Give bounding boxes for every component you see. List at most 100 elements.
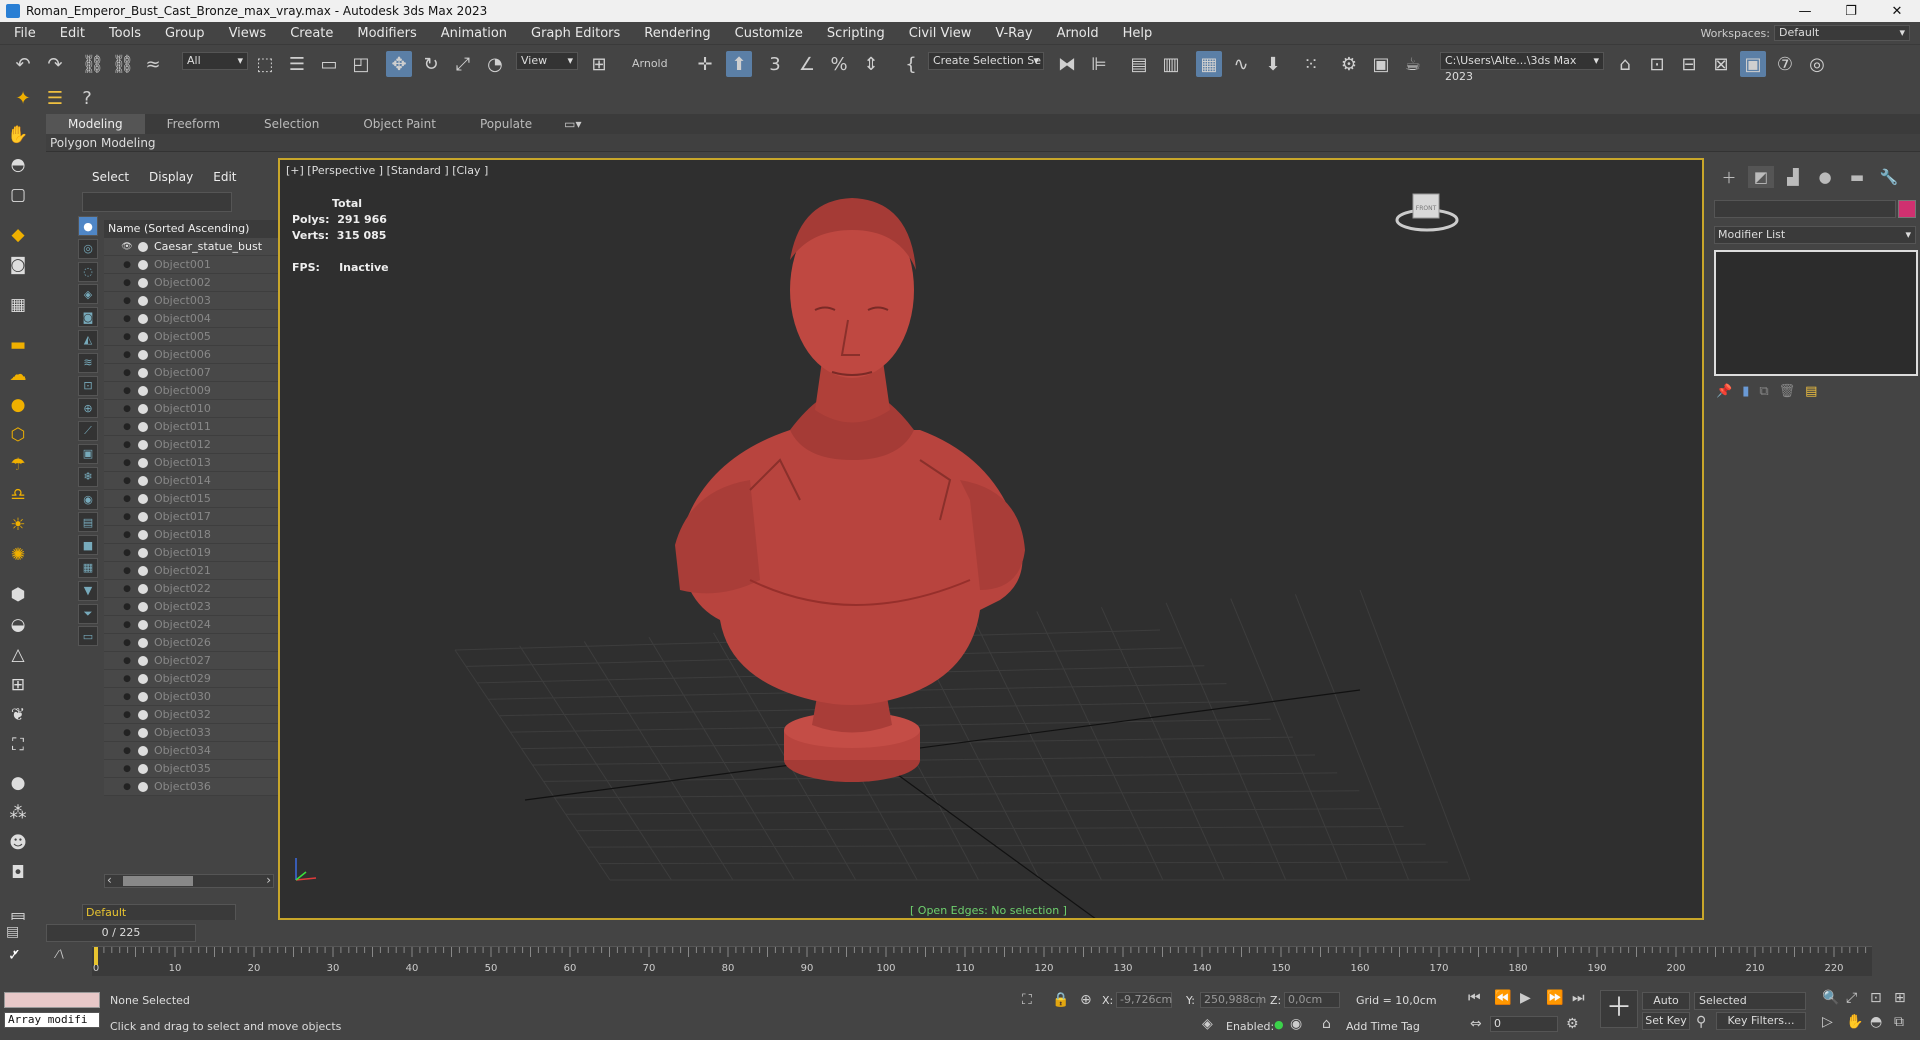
ref-coord-dropdown[interactable]: View	[516, 52, 578, 70]
menu-views[interactable]: Views	[217, 26, 279, 41]
camera-icon[interactable]: ◙	[5, 252, 31, 278]
list-item[interactable]: ● Object005	[104, 328, 304, 346]
visibility-eye-icon[interactable]: ●	[120, 256, 134, 274]
visibility-eye-icon[interactable]: ●	[120, 724, 134, 742]
zoom-extents-all-icon[interactable]: ⊞	[1894, 990, 1906, 1006]
visibility-eye-icon[interactable]: ●	[120, 616, 134, 634]
pan-icon[interactable]: ✋	[1846, 1014, 1863, 1030]
layer-manager-icon[interactable]: ▤	[6, 924, 19, 940]
bell-icon[interactable]: ♎	[5, 482, 31, 508]
visibility-eye-icon[interactable]: ●	[120, 400, 134, 418]
zoom-extents-icon[interactable]: ⊡	[1870, 990, 1882, 1006]
key-mode-icon[interactable]: ⇔	[1470, 1016, 1482, 1032]
unlink-icon[interactable]: ⛓	[110, 51, 136, 77]
plant-icon[interactable]: ❦	[5, 702, 31, 728]
scene-explorer-icon[interactable]: ▦	[1196, 51, 1222, 77]
list-item[interactable]: ● Object036	[104, 778, 304, 796]
list-item[interactable]: ● Object007	[104, 364, 304, 382]
list-item[interactable]: ● Object009	[104, 382, 304, 400]
set-key-button[interactable]: Set Key	[1642, 1012, 1690, 1030]
list-icon[interactable]: ☰	[42, 85, 68, 111]
list-item[interactable]: ● Object002	[104, 274, 304, 292]
object-color-swatch[interactable]	[1898, 200, 1916, 218]
menu-customize[interactable]: Customize	[723, 26, 815, 41]
visibility-eye-icon[interactable]: ●	[120, 436, 134, 454]
list-item[interactable]: ● Object027	[104, 652, 304, 670]
close-button[interactable]: ✕	[1874, 0, 1920, 22]
ribbon-tab-freeform[interactable]: Freeform	[145, 114, 242, 134]
scroll-right-icon[interactable]: ›	[266, 873, 271, 887]
hierarchy-tab-icon[interactable]: ▟	[1780, 166, 1806, 188]
containers-filter-icon[interactable]: ▣	[78, 443, 98, 464]
arnold-render-icon[interactable]: ◎	[1804, 51, 1830, 77]
box-icon[interactable]: ▢	[5, 182, 31, 208]
sphere-icon[interactable]: ●	[5, 392, 31, 418]
menu-tools[interactable]: Tools	[97, 26, 153, 41]
align-icon[interactable]: ⊫	[1086, 51, 1112, 77]
list-item[interactable]: ● Object029	[104, 670, 304, 688]
find-icon[interactable]: ▦	[78, 557, 98, 578]
isolate-icon[interactable]: ⛶	[1022, 992, 1032, 1008]
material-editor-icon[interactable]: ⁙	[1298, 51, 1324, 77]
schematic-view-icon[interactable]: ⬇	[1260, 51, 1286, 77]
list-item[interactable]: ● Object018	[104, 526, 304, 544]
particles-icon[interactable]: ⛶	[5, 732, 31, 758]
auto-key-button[interactable]: Auto Key	[1642, 992, 1690, 1023]
menu-group[interactable]: Group	[153, 26, 217, 41]
go-to-end-icon[interactable]: ⏭	[1572, 990, 1585, 1006]
visibility-eye-icon[interactable]: ●	[120, 418, 134, 436]
scroll-left-icon[interactable]: ‹	[107, 873, 112, 887]
open-project-icon[interactable]: ⌂	[1612, 51, 1638, 77]
vray-lights-icon[interactable]: ⊠	[1708, 51, 1734, 77]
list-item[interactable]: 👁 Caesar_statue_bust	[104, 238, 304, 256]
explorer-search-input[interactable]	[82, 192, 232, 212]
lights-filter-icon[interactable]: ◈	[78, 284, 98, 305]
key-filters-button[interactable]: Key Filters...	[1716, 1012, 1806, 1030]
list-item[interactable]: ● Object033	[104, 724, 304, 742]
current-frame-field[interactable]: 0	[1490, 1016, 1558, 1032]
light-icon[interactable]: ▬	[5, 332, 31, 358]
zoom-icon[interactable]: 🔍	[1822, 990, 1839, 1006]
menu-modifiers[interactable]: Modifiers	[345, 26, 428, 41]
hidden-filter-icon[interactable]: ◉	[78, 489, 98, 510]
list-item[interactable]: ● Object030	[104, 688, 304, 706]
display-tab-icon[interactable]: ▬	[1844, 166, 1870, 188]
visibility-eye-icon[interactable]: ●	[120, 454, 134, 472]
visibility-eye-icon[interactable]: ●	[120, 634, 134, 652]
list-item[interactable]: ● Object004	[104, 310, 304, 328]
add-time-tag[interactable]: Add Time Tag	[1346, 1020, 1420, 1033]
menu-scripting[interactable]: Scripting	[815, 26, 897, 41]
visibility-eye-icon[interactable]: ●	[120, 544, 134, 562]
pin-stack-icon[interactable]: 📌	[1716, 384, 1732, 399]
shapes-icon[interactable]: ◆	[5, 222, 31, 248]
geosphere-icon[interactable]: ⬡	[5, 422, 31, 448]
select-by-name-icon[interactable]: ☰	[284, 51, 310, 77]
undo-icon[interactable]: ↶	[10, 51, 36, 77]
film-icon[interactable]: ▦	[5, 292, 31, 318]
visibility-eye-icon[interactable]: ●	[120, 652, 134, 670]
visibility-eye-icon[interactable]: ●	[120, 472, 134, 490]
groups-filter-icon[interactable]: ⊡	[78, 375, 98, 396]
explorer-tab-display[interactable]: Display	[149, 170, 193, 184]
cloud-icon[interactable]: ☁	[5, 362, 31, 388]
time-config-icon[interactable]: ⚙	[1566, 1016, 1579, 1032]
sun-icon[interactable]: ☀	[5, 512, 31, 538]
visibility-eye-icon[interactable]: ●	[120, 670, 134, 688]
snaps-toggle-icon[interactable]: 3	[762, 51, 788, 77]
y-coord-field[interactable]: 250,988cm	[1200, 992, 1266, 1008]
key-mode-dropdown[interactable]: Selected	[1694, 992, 1806, 1010]
render-setup-icon[interactable]: ⚙	[1336, 51, 1362, 77]
visibility-eye-icon[interactable]: ●	[120, 562, 134, 580]
hand-icon[interactable]: ✋	[5, 122, 31, 148]
modify-tab-icon[interactable]: ◩	[1748, 166, 1774, 188]
selection-filter-dropdown[interactable]: All	[182, 52, 248, 70]
funnel-icon[interactable]: ⏷	[78, 603, 98, 624]
angle-snap-icon[interactable]: ∠	[794, 51, 820, 77]
previous-frame-icon[interactable]: ⏪	[1494, 990, 1511, 1006]
list-item[interactable]: ● Object014	[104, 472, 304, 490]
visibility-eye-icon[interactable]: ●	[120, 526, 134, 544]
motion-tab-icon[interactable]: ●	[1812, 166, 1838, 188]
list-item[interactable]: ● Object012	[104, 436, 304, 454]
list-item[interactable]: ● Object006	[104, 346, 304, 364]
shapes-filter-icon[interactable]: ◌	[78, 261, 98, 282]
